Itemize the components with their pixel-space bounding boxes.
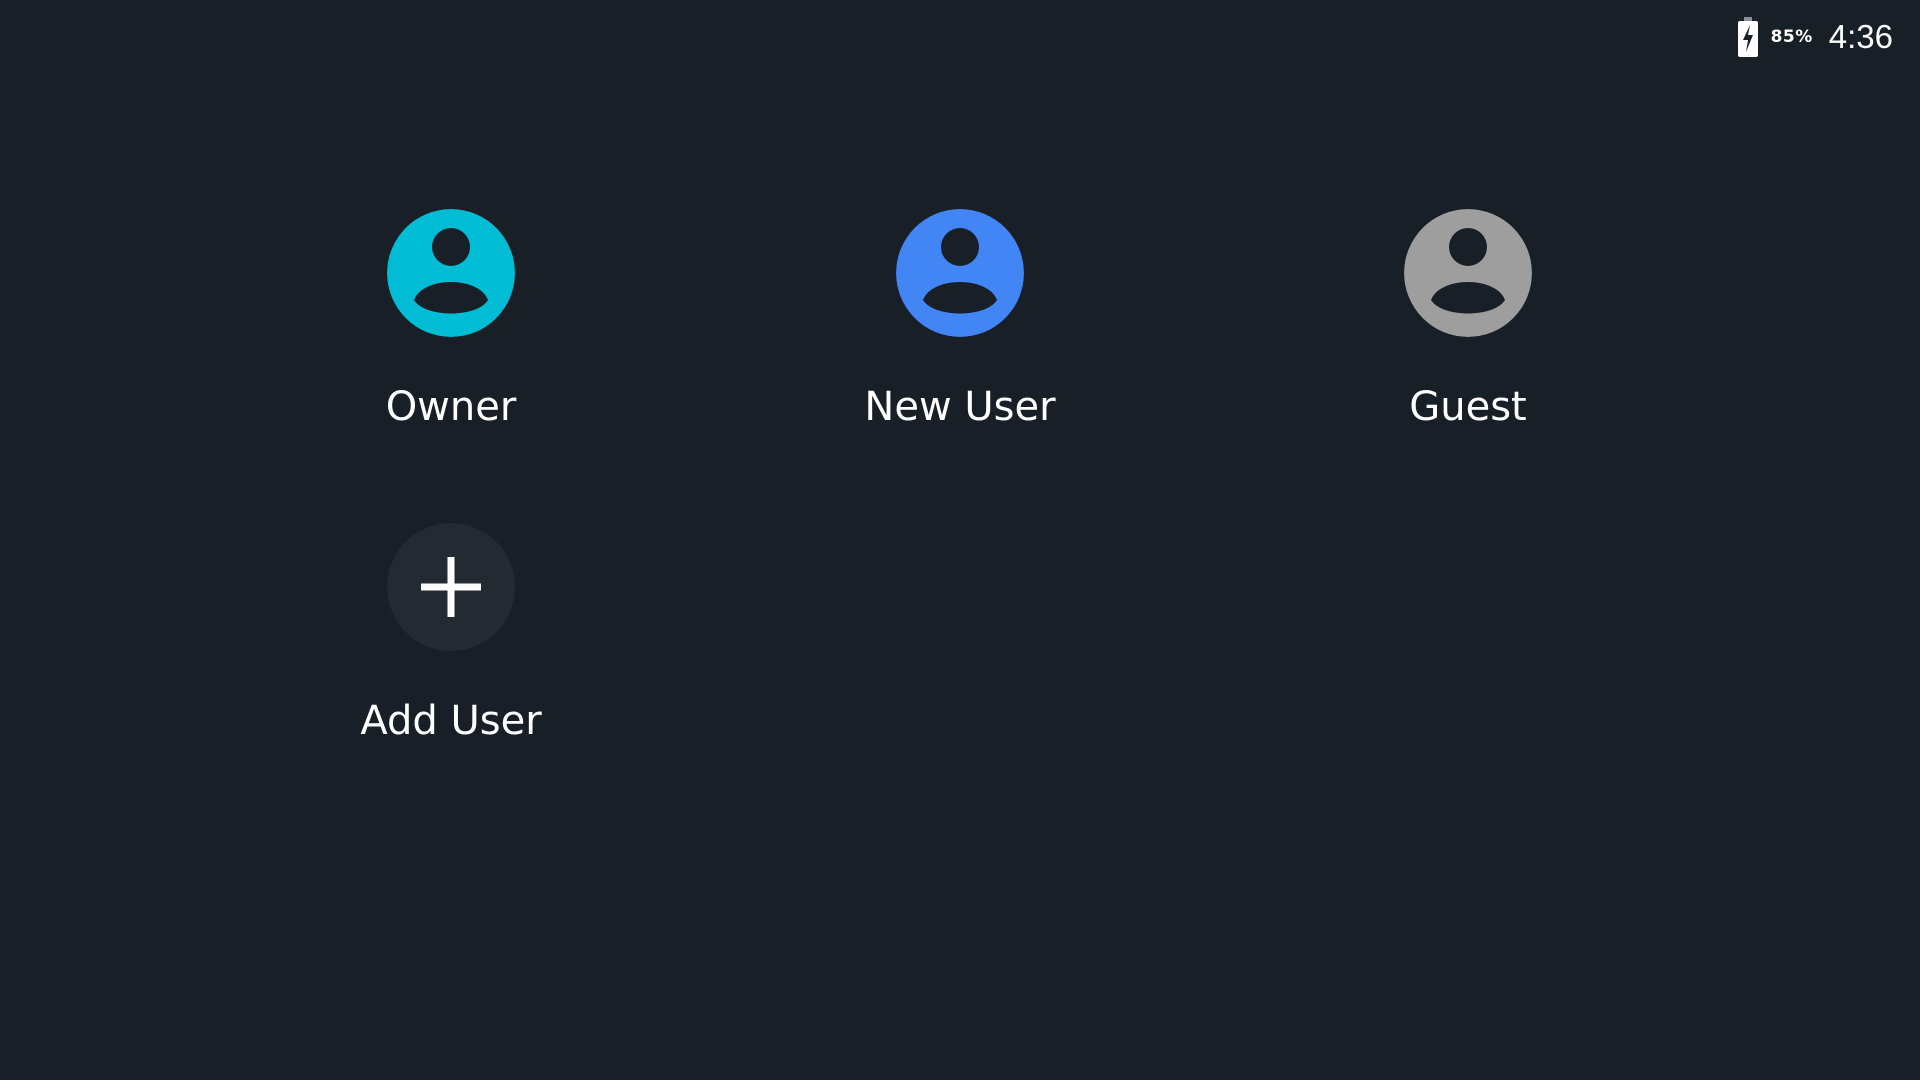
add-user-label: Add User [360,698,542,744]
owner-avatar [387,209,515,337]
new-user-avatar [896,209,1024,337]
user-label-guest: Guest [1409,384,1527,430]
battery-charging-icon [1737,16,1759,58]
guest-avatar [1404,209,1532,337]
add-user-button[interactable]: Add User [301,523,601,744]
person-icon [896,209,1024,337]
user-tile-owner[interactable]: Owner [301,209,601,430]
user-label-new-user: New User [864,384,1056,430]
user-tile-guest[interactable]: Guest [1318,209,1618,430]
plus-icon [421,557,481,617]
person-icon [1404,209,1532,337]
user-tile-new-user[interactable]: New User [810,209,1110,430]
clock: 4:36 [1828,18,1893,55]
person-icon [387,209,515,337]
battery-percent: 85% [1770,27,1813,47]
user-switcher-screen: 85% 4:36 Owner New User Guest Add User [0,0,1920,1080]
status-bar: 85% 4:36 [1737,14,1893,60]
user-label-owner: Owner [385,384,517,430]
add-user-circle [387,523,515,651]
